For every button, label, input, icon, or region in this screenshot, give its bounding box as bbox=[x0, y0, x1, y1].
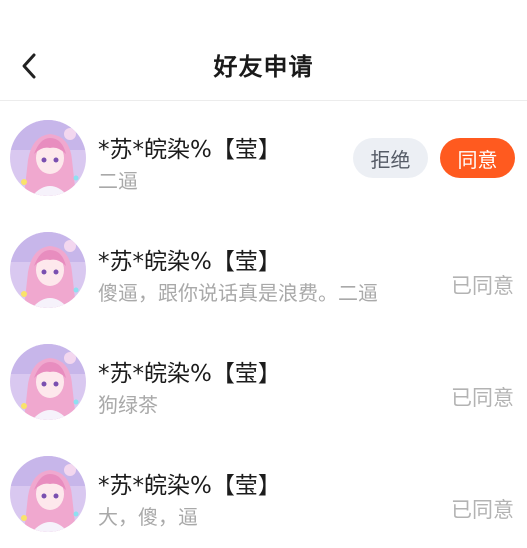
avatar[interactable] bbox=[10, 232, 86, 308]
friend-request-list: *苏*皖染%【莹】 二逼 拒绝 同意 *苏*皖染%【莹】 傻逼，跟你说话真是浪费… bbox=[0, 102, 527, 548]
status-label: 已同意 bbox=[451, 274, 514, 298]
requester-name: *苏*皖染%【莹】 bbox=[98, 473, 281, 499]
requester-name: *苏*皖染%【莹】 bbox=[98, 249, 281, 275]
anime-avatar-image bbox=[10, 344, 86, 420]
friend-request-item: *苏*皖染%【莹】 二逼 拒绝 同意 bbox=[0, 102, 527, 214]
requester-name: *苏*皖染%【莹】 bbox=[98, 361, 281, 387]
friend-request-item: *苏*皖染%【莹】 傻逼，跟你说话真是浪费。二逼 已同意 bbox=[0, 214, 527, 326]
friend-request-item: *苏*皖染%【莹】 狗绿茶 已同意 bbox=[0, 326, 527, 438]
request-message: 二逼 bbox=[98, 169, 138, 193]
reject-button[interactable]: 拒绝 bbox=[353, 138, 428, 178]
anime-avatar-image bbox=[10, 456, 86, 532]
status-label: 已同意 bbox=[451, 498, 514, 522]
page-title: 好友申请 bbox=[213, 53, 314, 81]
request-message: 傻逼，跟你说话真是浪费。二逼 bbox=[98, 281, 378, 305]
top-bar: 好友申请 bbox=[0, 0, 527, 101]
status-label: 已同意 bbox=[451, 386, 514, 410]
request-message: 狗绿茶 bbox=[98, 393, 158, 417]
friend-request-item: *苏*皖染%【莹】 大，傻，逼 已同意 bbox=[0, 438, 527, 548]
request-message: 大，傻，逼 bbox=[98, 505, 198, 529]
avatar[interactable] bbox=[10, 344, 86, 420]
anime-avatar-image bbox=[10, 120, 86, 196]
accept-button[interactable]: 同意 bbox=[440, 138, 515, 178]
avatar[interactable] bbox=[10, 456, 86, 532]
anime-avatar-image bbox=[10, 232, 86, 308]
avatar[interactable] bbox=[10, 120, 86, 196]
requester-name: *苏*皖染%【莹】 bbox=[98, 137, 281, 163]
